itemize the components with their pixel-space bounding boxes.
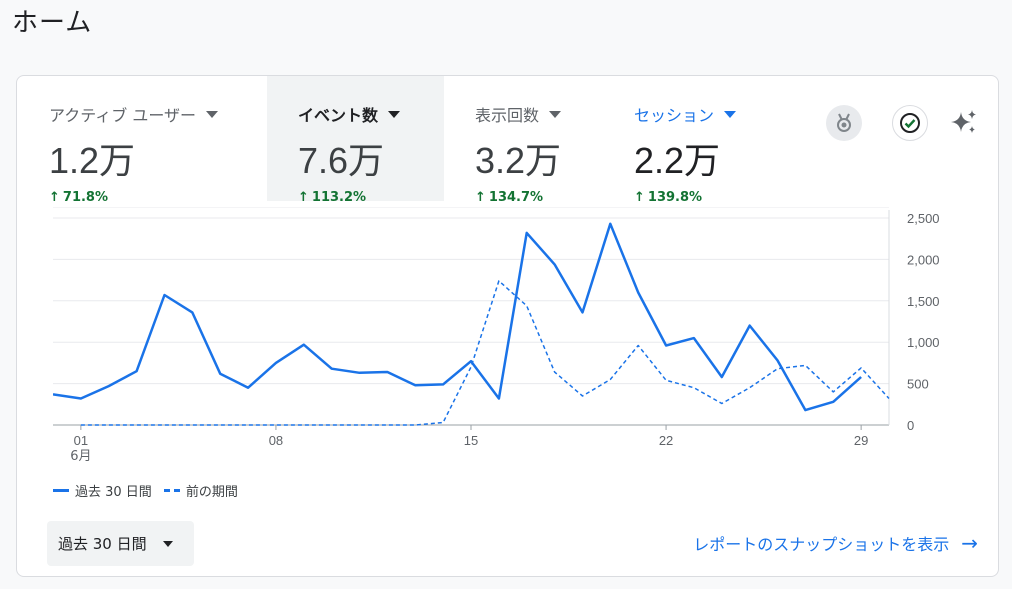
x-tick-label: 01 [74, 433, 88, 448]
y-tick-label: 2,500 [907, 211, 940, 226]
chevron-down-icon [549, 110, 562, 118]
arrow-up-icon: ↑ [475, 190, 486, 205]
legend-label: 前の期間 [185, 485, 238, 500]
metric-value: 2.2万 [634, 140, 721, 181]
legend-item-previous: 前の期間 [163, 481, 238, 500]
arrow-up-icon: ↑ [298, 190, 309, 205]
home-overview-card: アクティブ ユーザー 1.2万 ↑ 71.8% イベント数 7.6万 ↑ 113.2… [16, 75, 999, 577]
x-tick-label: 15 [464, 433, 478, 448]
x-tick-label: 22 [659, 433, 673, 448]
metric-label: イベント数 [298, 106, 379, 125]
page-title: ホーム [12, 8, 93, 38]
metric-change: ↑ 134.7% [475, 190, 544, 205]
chevron-down-icon [206, 110, 219, 118]
legend-swatch-dashed [163, 489, 180, 492]
arrow-up-icon: ↑ [49, 190, 60, 205]
x-tick-label: 08 [269, 433, 283, 448]
arrow-right-icon: → [961, 531, 978, 555]
metric-change: ↑ 113.2% [298, 190, 367, 205]
date-range-dropdown[interactable]: 過去 30 日間 [47, 521, 194, 566]
check-circle-icon[interactable] [892, 105, 928, 141]
legend-swatch-solid [53, 489, 69, 492]
metric-label: セッション [634, 106, 715, 125]
metric-views[interactable]: 表示回数 3.2万 ↑ 134.7% [475, 76, 625, 205]
metric-change: ↑ 71.8% [49, 190, 109, 205]
chevron-down-icon [162, 540, 173, 547]
x-tick-sublabel: 6月 [70, 449, 91, 464]
metric-header: アクティブ ユーザー [49, 102, 239, 126]
report-link-label: レポートのスナップショットを表示 [693, 535, 950, 554]
metric-change: ↑ 139.8% [634, 190, 703, 205]
metric-header: イベント数 [298, 102, 444, 126]
date-range-label: 過去 30 日間 [58, 535, 147, 553]
legend-label: 過去 30 日間 [75, 485, 152, 500]
chart-legend: 過去 30 日間 前の期間 [53, 481, 250, 500]
y-tick-label: 0 [907, 418, 914, 433]
chart-svg: 0 500 1,000 1,500 2,000 2,500 016月 08 15 22 29 [52, 206, 940, 464]
series-line-last-30-days [52, 222, 862, 412]
medal-icon[interactable] [826, 105, 862, 141]
y-tick-label: 1,500 [907, 294, 940, 309]
metric-event-count[interactable]: イベント数 7.6万 ↑ 113.2% [267, 76, 444, 205]
metric-sessions[interactable]: セッション 2.2万 ↑ 139.8% [634, 76, 774, 205]
y-tick-label: 2,000 [907, 252, 940, 267]
chevron-down-icon [724, 110, 737, 118]
metric-header: セッション [634, 102, 774, 126]
metric-label: アクティブ ユーザー [49, 106, 197, 125]
metric-value: 1.2万 [49, 140, 136, 181]
chevron-down-icon [388, 110, 401, 118]
x-tick-label: 29 [854, 433, 868, 448]
metric-value: 7.6万 [298, 140, 385, 181]
y-tick-label: 500 [907, 377, 929, 392]
legend-item-current: 過去 30 日間 [53, 481, 152, 500]
series-line-previous-period [80, 280, 890, 426]
metric-label: 表示回数 [475, 106, 540, 125]
metric-active-users[interactable]: アクティブ ユーザー 1.2万 ↑ 71.8% [49, 76, 239, 205]
metric-value: 3.2万 [475, 140, 562, 181]
y-tick-label: 1,000 [907, 335, 940, 350]
line-chart: 0 500 1,000 1,500 2,000 2,500 01 6月 08 15 22 29 [52, 206, 973, 477]
sparkle-icon[interactable] [946, 105, 982, 141]
arrow-up-icon: ↑ [634, 190, 645, 205]
metric-header: 表示回数 [475, 102, 625, 126]
view-report-snapshot-link[interactable]: レポートのスナップショットを表示 → [693, 531, 978, 555]
